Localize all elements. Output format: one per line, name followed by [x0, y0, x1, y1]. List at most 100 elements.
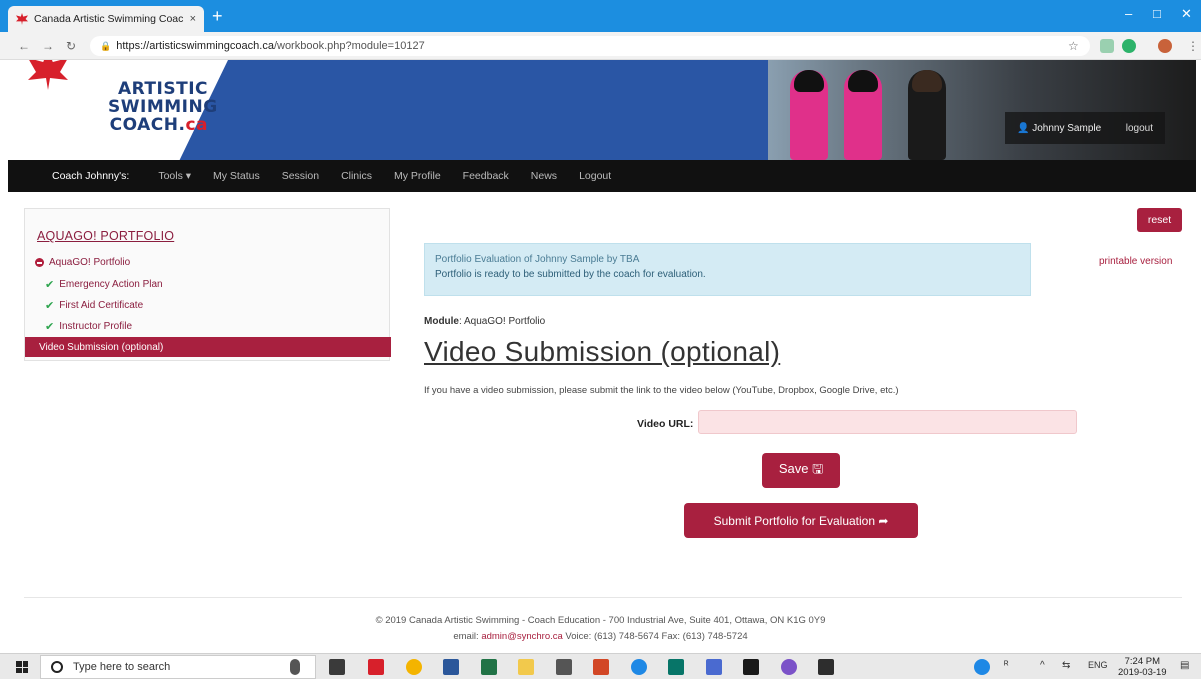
- check-icon: ✔: [45, 321, 55, 333]
- footer-email-link[interactable]: admin@synchro.ca: [481, 631, 562, 642]
- swimmer-figure: [844, 70, 882, 160]
- nav-brand: Coach Johnny's:: [52, 170, 130, 182]
- check-icon: ✔: [45, 300, 55, 312]
- file-explorer-icon[interactable]: [518, 659, 534, 675]
- sidebar-item-label: Instructor Profile: [59, 321, 133, 332]
- nav-item-clinics[interactable]: Clinics: [341, 170, 372, 182]
- module-info: Module: AquaGO! Portfolio: [424, 316, 545, 327]
- logo-line: ARTISTIC: [117, 79, 208, 99]
- alert-line: Portfolio is ready to be submitted by th…: [435, 269, 706, 280]
- mail-icon[interactable]: [743, 659, 759, 675]
- close-tab-icon[interactable]: ×: [190, 13, 196, 25]
- excel-icon[interactable]: [481, 659, 497, 675]
- teams-icon[interactable]: [706, 659, 722, 675]
- clock-time: 7:24 PM: [1124, 656, 1160, 667]
- word-icon[interactable]: [443, 659, 459, 675]
- site-banner: ARTISTIC SWIMMING COACH.ca 👤 Johnny Samp…: [8, 60, 1196, 160]
- browser-tab-bar: Canada Artistic Swimming Coach × + – □ ✕: [0, 0, 1201, 32]
- store-icon[interactable]: [818, 659, 834, 675]
- logo-line: SWIMMING: [108, 97, 218, 117]
- footer-contact: email: admin@synchro.ca Voice: (613) 748…: [0, 631, 1201, 642]
- reload-icon[interactable]: ↻: [66, 39, 76, 53]
- logo-line: COACH.: [109, 115, 186, 135]
- windows-start-icon[interactable]: [16, 661, 28, 673]
- back-arrow-icon[interactable]: ←: [18, 39, 30, 53]
- logo-ca: ca: [185, 115, 208, 135]
- powerpoint-icon[interactable]: [593, 659, 609, 675]
- minimize-icon[interactable]: –: [1125, 6, 1132, 21]
- maximize-icon[interactable]: □: [1153, 6, 1161, 21]
- minus-circle-icon: [35, 258, 44, 267]
- forward-arrow-icon[interactable]: →: [42, 39, 54, 53]
- site-logo[interactable]: ARTISTIC SWIMMING COACH.ca: [108, 79, 218, 135]
- check-icon: ✔: [45, 279, 55, 291]
- footer-address: © 2019 Canada Artistic Swimming - Coach …: [375, 615, 826, 626]
- task-view-icon[interactable]: [329, 659, 345, 675]
- sidebar-heading[interactable]: AQUAGO! PORTFOLIO: [37, 229, 174, 243]
- url-path: /workbook.php?module=10127: [273, 40, 425, 52]
- chrome-icon[interactable]: [406, 659, 422, 675]
- cortana-circle-icon: [51, 661, 63, 673]
- chevron-up-icon[interactable]: ^: [1040, 660, 1045, 671]
- edge-icon[interactable]: [631, 659, 647, 675]
- nav-item-my-profile[interactable]: My Profile: [394, 170, 441, 182]
- music-icon[interactable]: [781, 659, 797, 675]
- help-icon[interactable]: [974, 659, 990, 675]
- project-icon[interactable]: [668, 659, 684, 675]
- people-icon[interactable]: ᴿ: [1004, 660, 1009, 671]
- portfolio-sidebar: AQUAGO! PORTFOLIO AquaGO! Portfolio ✔ Em…: [24, 208, 391, 361]
- grammarly-icon[interactable]: [1122, 39, 1136, 53]
- url-field[interactable]: 🔒 https://artisticswimmingcoach.ca/workb…: [90, 36, 1090, 56]
- page-title: Video Submission (optional): [424, 336, 781, 367]
- calculator-icon[interactable]: [556, 659, 572, 675]
- tab-title: Canada Artistic Swimming Coach: [34, 13, 184, 25]
- microphone-icon[interactable]: [290, 659, 300, 675]
- sidebar-item-label: Emergency Action Plan: [59, 279, 163, 290]
- notifications-icon[interactable]: ▤: [1180, 660, 1189, 671]
- swimmer-figure: [790, 70, 828, 160]
- nav-item-logout[interactable]: Logout: [579, 170, 611, 182]
- module-value: : AquaGO! Portfolio: [459, 316, 546, 327]
- video-url-label: Video URL:: [637, 418, 694, 430]
- module-label: Module: [424, 316, 459, 327]
- banner-photo: [768, 60, 1196, 160]
- status-alert: Portfolio Evaluation of Johnny Sample by…: [424, 243, 1031, 296]
- taskbar-search[interactable]: Type here to search: [40, 655, 316, 679]
- main-navigation: Coach Johnny's: Tools ▾ My Status Sessio…: [8, 160, 1196, 192]
- footer-email-label: email:: [453, 631, 482, 642]
- video-url-input[interactable]: [698, 410, 1077, 434]
- new-tab-button[interactable]: +: [212, 7, 223, 25]
- nav-item-my-status[interactable]: My Status: [213, 170, 260, 182]
- sidebar-section[interactable]: AquaGO! Portfolio: [35, 257, 130, 268]
- menu-kebab-icon[interactable]: ⋮: [1187, 39, 1199, 53]
- logout-link[interactable]: logout: [1126, 123, 1153, 134]
- sidebar-item-video-submission[interactable]: Video Submission (optional): [25, 337, 391, 357]
- search-placeholder: Type here to search: [73, 661, 171, 673]
- lock-icon: 🔒: [100, 40, 112, 51]
- footer-divider: [24, 597, 1182, 598]
- language-indicator[interactable]: ENG: [1088, 660, 1108, 670]
- reset-button[interactable]: reset: [1137, 208, 1182, 232]
- extension-icon[interactable]: [1100, 39, 1114, 53]
- nav-item-session[interactable]: Session: [282, 170, 319, 182]
- browser-tab[interactable]: Canada Artistic Swimming Coach ×: [8, 6, 204, 32]
- bookmark-star-icon[interactable]: ☆: [1068, 39, 1079, 53]
- nav-item-news[interactable]: News: [531, 170, 557, 182]
- sidebar-item-instructor-profile[interactable]: ✔ Instructor Profile: [45, 320, 132, 333]
- save-button[interactable]: Save 🖫: [762, 453, 840, 488]
- sidebar-item-emergency-action-plan[interactable]: ✔ Emergency Action Plan: [45, 278, 163, 291]
- nav-item-tools[interactable]: Tools ▾: [158, 170, 191, 182]
- taskbar-clock[interactable]: 7:24 PM 2019-03-19: [1118, 656, 1167, 678]
- clock-date: 2019-03-19: [1118, 667, 1167, 678]
- acrobat-icon[interactable]: [368, 659, 384, 675]
- windows-taskbar: Type here to search ᴿ ^ ⇆ ENG 7:24 PM 20…: [0, 653, 1201, 679]
- profile-avatar[interactable]: [1158, 39, 1172, 53]
- submit-portfolio-button[interactable]: Submit Portfolio for Evaluation ➦: [684, 503, 918, 538]
- printable-version-link[interactable]: printable version: [1099, 256, 1172, 267]
- alert-line: Portfolio Evaluation of Johnny Sample by…: [435, 254, 640, 265]
- network-icon[interactable]: ⇆: [1062, 660, 1070, 671]
- user-name[interactable]: 👤 Johnny Sample: [1017, 123, 1101, 134]
- close-window-icon[interactable]: ✕: [1181, 6, 1192, 22]
- nav-item-feedback[interactable]: Feedback: [463, 170, 509, 182]
- sidebar-item-first-aid[interactable]: ✔ First Aid Certificate: [45, 299, 143, 312]
